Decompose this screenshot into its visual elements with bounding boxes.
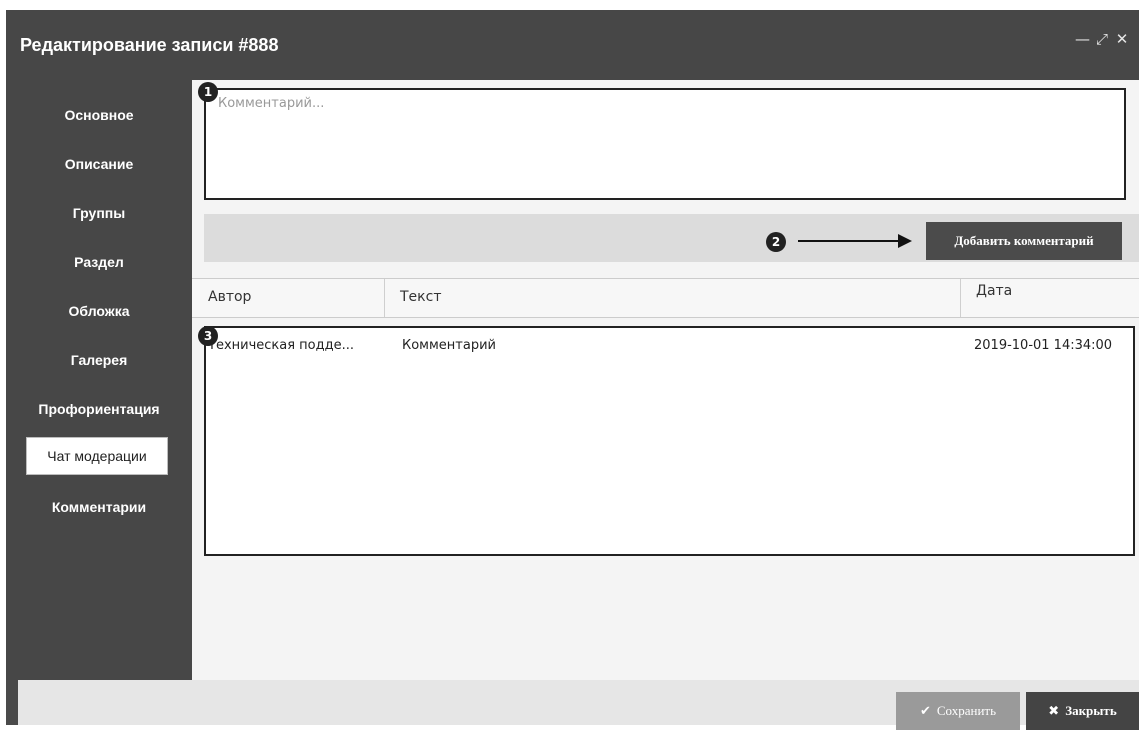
column-separator[interactable] xyxy=(960,279,961,317)
save-button[interactable]: ✔ Сохранить xyxy=(896,692,1020,730)
minimize-icon[interactable]: — xyxy=(1075,30,1090,48)
arrow-line xyxy=(798,240,898,242)
close-icon[interactable]: ✕ xyxy=(1115,30,1129,48)
close-button[interactable]: ✖ Закрыть xyxy=(1026,692,1139,730)
comments-table-body: Техническая подде... Комментарий 2019-10… xyxy=(204,326,1135,556)
window-controls: — ⤢ ✕ xyxy=(1075,30,1129,48)
maximize-icon[interactable]: ⤢ xyxy=(1095,30,1109,48)
comments-table-header: Автор Текст Дата xyxy=(192,278,1139,318)
arrow-right-icon xyxy=(898,234,912,248)
sidebar-item-opisanie[interactable]: Описание xyxy=(6,147,192,181)
sidebar-nav: Основное Описание Группы Раздел Обложка … xyxy=(6,80,192,680)
window-titlebar: Редактирование записи #888 — ⤢ ✕ xyxy=(6,10,1139,80)
content-panel: 1 2 Добавить комментарий Автор Текст Дат… xyxy=(192,80,1139,680)
comment-input-box xyxy=(204,88,1126,200)
cell-text: Комментарий xyxy=(402,338,496,353)
close-x-icon: ✖ xyxy=(1048,704,1060,719)
marker-3: 3 xyxy=(198,326,218,346)
cell-date: 2019-10-01 14:34:00 xyxy=(974,338,1113,353)
cell-author: Техническая подде... xyxy=(208,338,355,353)
sidebar-item-osnovnoe[interactable]: Основное xyxy=(6,98,192,132)
sidebar-item-kommentarii[interactable]: Комментарии xyxy=(6,490,192,524)
table-row[interactable]: Техническая подде... Комментарий 2019-10… xyxy=(206,328,1133,364)
sidebar-item-gruppy[interactable]: Группы xyxy=(6,196,192,230)
sidebar-item-galereya[interactable]: Галерея xyxy=(6,343,192,377)
sidebar-item-proforientaciya[interactable]: Профориентация xyxy=(6,392,192,426)
add-comment-button[interactable]: Добавить комментарий xyxy=(926,222,1122,260)
close-button-label: Закрыть xyxy=(1065,703,1117,718)
checkmark-icon: ✔ xyxy=(919,704,931,719)
sidebar-item-oblozhka[interactable]: Обложка xyxy=(6,294,192,328)
column-header-date[interactable]: Дата xyxy=(976,283,1012,299)
marker-1: 1 xyxy=(198,82,218,102)
column-header-text[interactable]: Текст xyxy=(400,289,441,305)
edit-record-window: Редактирование записи #888 — ⤢ ✕ Основно… xyxy=(6,10,1139,725)
marker-2: 2 xyxy=(766,232,786,252)
sidebar-item-razdel[interactable]: Раздел xyxy=(6,245,192,279)
sidebar-item-chat-moderacii[interactable]: Чат модерации xyxy=(26,437,168,475)
comment-input[interactable] xyxy=(206,90,1124,198)
column-header-author[interactable]: Автор xyxy=(208,289,251,305)
window-title: Редактирование записи #888 xyxy=(20,35,279,55)
column-separator[interactable] xyxy=(384,279,385,317)
save-button-label: Сохранить xyxy=(936,703,997,718)
